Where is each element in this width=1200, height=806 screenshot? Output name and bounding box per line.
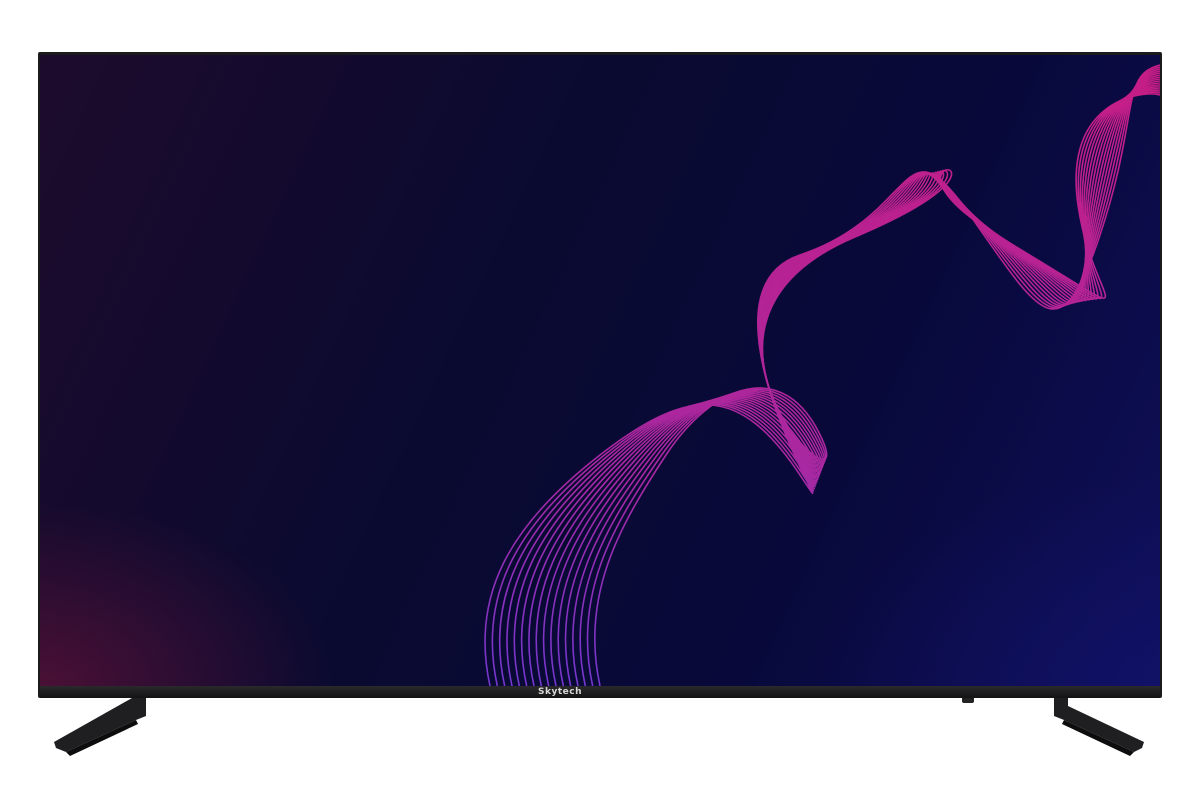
left-stand-leg	[54, 698, 146, 756]
right-stand-leg	[1054, 698, 1144, 756]
tv-stand	[54, 698, 1144, 756]
television: Skytech	[0, 0, 1200, 806]
